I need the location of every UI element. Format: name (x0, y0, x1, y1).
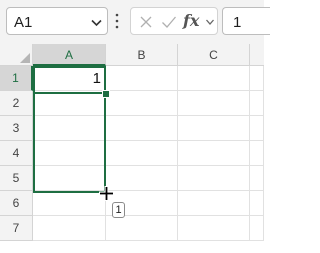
row-header-6[interactable]: 6 (0, 191, 33, 216)
cell-b1[interactable] (106, 66, 178, 91)
formula-value: 1 (233, 14, 242, 31)
fill-handle[interactable] (102, 90, 110, 98)
chevron-down-icon (206, 19, 214, 25)
check-icon[interactable] (161, 15, 177, 29)
column-header-d[interactable] (250, 44, 264, 66)
cell-d3[interactable] (250, 116, 264, 141)
more-options-icon[interactable] (115, 12, 119, 30)
column-header-c[interactable]: C (178, 44, 250, 66)
cell-a2[interactable] (33, 91, 106, 116)
cell-a3[interactable] (33, 116, 106, 141)
cell-c4[interactable] (178, 141, 250, 166)
cell-b7[interactable] (106, 216, 178, 241)
cell-d4[interactable] (250, 141, 264, 166)
cell-b5[interactable] (106, 166, 178, 191)
row-header-7[interactable]: 7 (0, 216, 33, 241)
cell-b3[interactable] (106, 116, 178, 141)
column-header-a[interactable]: A (33, 44, 106, 66)
formula-bar: A1 fx 1 (0, 0, 270, 44)
cell-d5[interactable] (250, 166, 264, 191)
formula-input[interactable]: 1 (222, 7, 270, 35)
cancel-icon[interactable] (139, 15, 153, 29)
row-header-3[interactable]: 3 (0, 116, 33, 141)
row-header-1[interactable]: 1 (0, 66, 33, 91)
cell-a1-value: 1 (92, 70, 101, 87)
cell-b4[interactable] (106, 141, 178, 166)
name-box[interactable]: A1 (6, 7, 108, 35)
fill-cursor-crosshair-icon (99, 186, 114, 201)
function-icon: fx (183, 11, 200, 30)
insert-function-button[interactable]: fx (183, 11, 217, 31)
worksheet-grid[interactable]: A B C 1 2 3 4 5 6 7 1 1 (0, 44, 264, 253)
cell-c2[interactable] (178, 91, 250, 116)
select-all-button[interactable] (0, 44, 33, 66)
cell-d7[interactable] (250, 216, 264, 241)
row-header-2[interactable]: 2 (0, 91, 33, 116)
cell-c7[interactable] (178, 216, 250, 241)
cell-a4[interactable] (33, 141, 106, 166)
name-box-value: A1 (14, 14, 33, 31)
select-all-triangle-icon (20, 53, 30, 63)
cell-a6[interactable] (33, 191, 106, 216)
formula-controls: fx (130, 7, 218, 35)
autofill-value-tooltip: 1 (112, 202, 125, 218)
cell-c1[interactable] (178, 66, 250, 91)
cell-a5[interactable] (33, 166, 106, 191)
cell-c5[interactable] (178, 166, 250, 191)
cell-c6[interactable] (178, 191, 250, 216)
cell-a1[interactable]: 1 (33, 66, 106, 91)
chevron-down-icon[interactable] (90, 16, 103, 29)
row-header-4[interactable]: 4 (0, 141, 33, 166)
cell-a7[interactable] (33, 216, 106, 241)
cell-c3[interactable] (178, 116, 250, 141)
cell-d1[interactable] (250, 66, 264, 91)
cell-b2[interactable] (106, 91, 178, 116)
column-header-b[interactable]: B (106, 44, 178, 66)
cell-d6[interactable] (250, 191, 264, 216)
cell-d2[interactable] (250, 91, 264, 116)
row-header-5[interactable]: 5 (0, 166, 33, 191)
